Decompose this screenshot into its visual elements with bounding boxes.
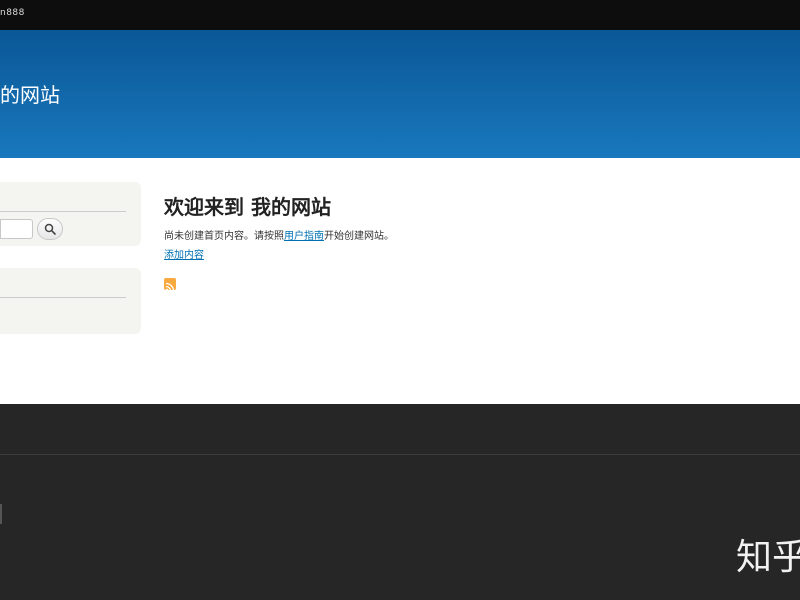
- page-content: 欢迎来到 我的网站 尚未创建首页内容。请按照用户指南开始创建网站。 添加内容: [164, 194, 764, 292]
- search-icon: [44, 223, 56, 235]
- search-input[interactable]: [0, 219, 33, 239]
- search-block: [0, 182, 141, 246]
- rss-feed-icon[interactable]: [164, 278, 176, 292]
- site-header: 的网站: [0, 30, 800, 158]
- zhihu-watermark: 知乎: [736, 537, 800, 578]
- footer-divider: [0, 454, 800, 455]
- page-title: 欢迎来到 我的网站: [164, 195, 331, 219]
- add-content-link[interactable]: 添加内容: [164, 250, 204, 262]
- block-divider: [0, 211, 126, 212]
- search-button[interactable]: [37, 218, 63, 240]
- intro-text-after: 开始创建网站。: [324, 231, 394, 242]
- site-name[interactable]: 的网站: [0, 79, 60, 108]
- toolbar-user-label[interactable]: n888: [0, 8, 25, 18]
- admin-toolbar: n888: [0, 0, 800, 30]
- footer-edge-mark: [0, 504, 2, 524]
- navigation-block: [0, 268, 141, 334]
- site-footer: 知乎: [0, 404, 800, 600]
- intro-text-before: 尚未创建首页内容。请按照: [164, 231, 284, 242]
- intro-text: 尚未创建首页内容。请按照用户指南开始创建网站。: [164, 230, 764, 243]
- rss-icon-glyph: [165, 282, 175, 292]
- block-divider: [0, 297, 126, 298]
- main-area: 欢迎来到 我的网站 尚未创建首页内容。请按照用户指南开始创建网站。 添加内容: [0, 158, 800, 404]
- user-guide-link[interactable]: 用户指南: [284, 231, 324, 242]
